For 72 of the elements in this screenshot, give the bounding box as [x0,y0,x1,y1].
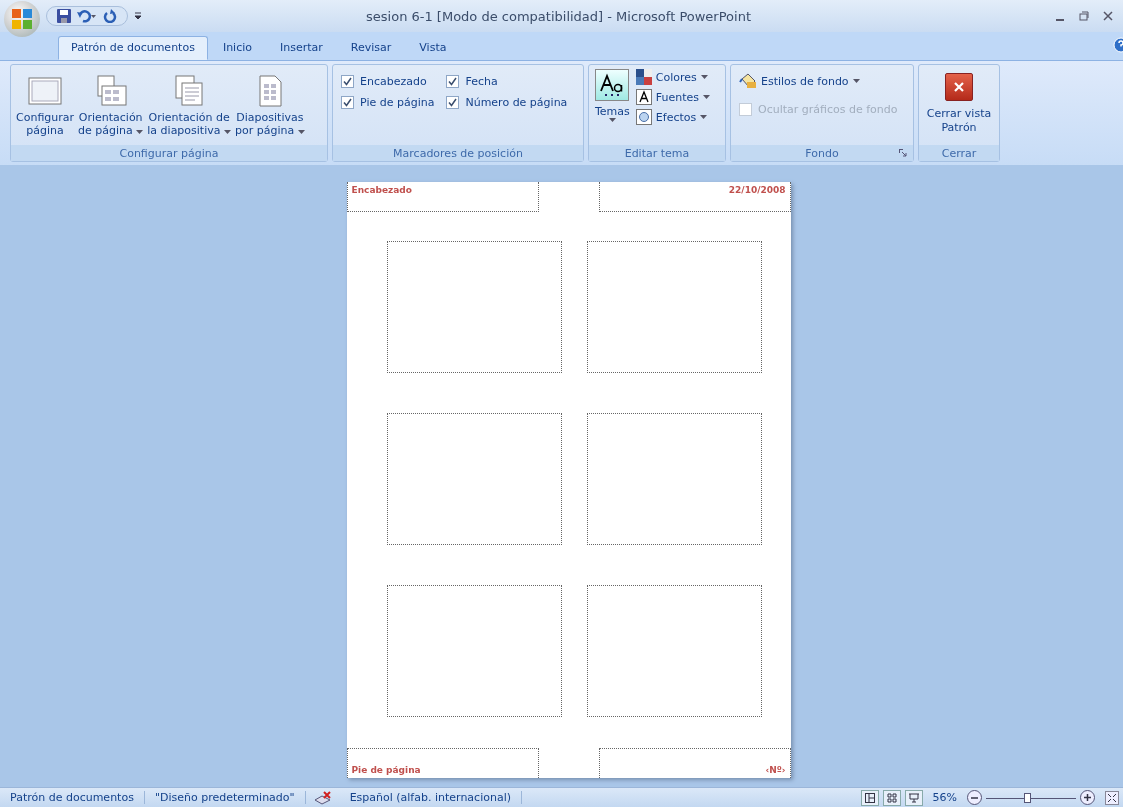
ribbon-tab[interactable]: Revisar [337,36,405,60]
undo-icon[interactable] [77,9,97,23]
restore-icon[interactable] [1079,11,1089,21]
checkbox[interactable]: Encabezado [341,75,435,88]
spelling-check-icon[interactable] [313,790,332,805]
window-title: sesion 6-1 [Modo de compatibilidad] - Microsoft PowerPoint [365,8,752,24]
paint-bucket-icon [739,73,757,89]
ribbon-button[interactable]: Efectos [635,109,711,125]
close-icon [953,81,965,93]
customize-menu-icon[interactable] [134,12,142,20]
caret-icon [700,75,708,79]
date-placeholder[interactable]: 22/10/2008 [598,182,791,212]
ribbon-button[interactable]: Diapositivas por página [234,69,306,139]
ribbon-button[interactable]: Orientación de página [77,69,145,139]
check-mark-icon [448,98,458,107]
caret-icon [224,130,231,134]
ribbon-button[interactable]: Fuentes [635,89,711,105]
checkbox[interactable]: Número de página [446,96,568,109]
office-button[interactable] [4,1,40,37]
slider-thumb[interactable] [1023,792,1031,803]
ribbon-tab[interactable]: Patrón de documentos [58,36,208,60]
save-icon[interactable] [57,9,71,23]
close-master-button[interactable]: Cerrar vista Patrón [920,69,998,139]
slide-sorter-icon[interactable] [882,789,901,806]
caret-icon [852,79,860,83]
ribbon-button[interactable]: Orientación de la diapositiva [146,69,232,139]
zoom-level[interactable]: 56% [932,791,957,804]
ribbon-tab[interactable]: Vista [406,36,460,60]
group-label: Marcadores de posición [393,146,523,160]
status-text: "Diseño predeterminado" [144,791,306,804]
zoom-in-icon[interactable] [1080,790,1095,805]
font-icon [635,89,652,105]
check-mark-icon [343,77,352,86]
dialog-launcher-icon[interactable] [899,149,907,157]
group-label: Editar tema [624,146,690,160]
page-number-placeholder[interactable]: ‹Nº› [598,748,791,778]
fit-window-icon[interactable] [1105,790,1119,805]
ribbon-button[interactable]: Configurar página [15,69,76,139]
footer-placeholder[interactable]: Pie de página [346,748,539,778]
caret-icon [297,130,305,134]
background-styles-button[interactable]: Estilos de fondo [739,73,860,89]
logo [11,8,33,30]
group-label: Cerrar [941,146,977,160]
caret-icon [608,118,616,122]
ribbon-tab[interactable]: Inicio [209,36,265,60]
footer-text: Pie de página [351,765,421,775]
header-text: Encabezado [351,185,412,197]
header-placeholder[interactable]: Encabezado [346,182,539,212]
checkbox[interactable]: Pie de página [341,96,435,109]
page-setup-icon [28,75,63,107]
caret-icon [136,130,144,134]
close-icon[interactable] [1103,11,1113,21]
ribbon-tab[interactable]: Insertar [267,36,336,60]
zoom-out-icon[interactable] [967,790,982,805]
group-label: Fondo [805,146,839,160]
page-number-text: ‹Nº› [765,765,786,775]
caret-icon [700,115,708,119]
redo-icon[interactable] [103,9,117,23]
group-label: Configurar página [119,146,219,160]
slideshow-icon[interactable] [904,789,923,806]
color-swatch-icon [635,69,652,85]
effects-icon [635,109,652,125]
checkbox[interactable]: Fecha [446,75,568,88]
language-status[interactable]: Español (alfab. internacional) [339,791,522,804]
status-text: Patrón de documentos [0,791,145,804]
check-mark-icon [343,98,352,107]
ribbon-button[interactable]: Colores [635,69,711,85]
caret-icon [703,95,711,99]
zoom-slider[interactable] [986,792,1076,803]
normal-view-icon[interactable] [860,789,879,806]
date-text: 22/10/2008 [728,185,786,197]
check-mark-icon [448,77,458,86]
